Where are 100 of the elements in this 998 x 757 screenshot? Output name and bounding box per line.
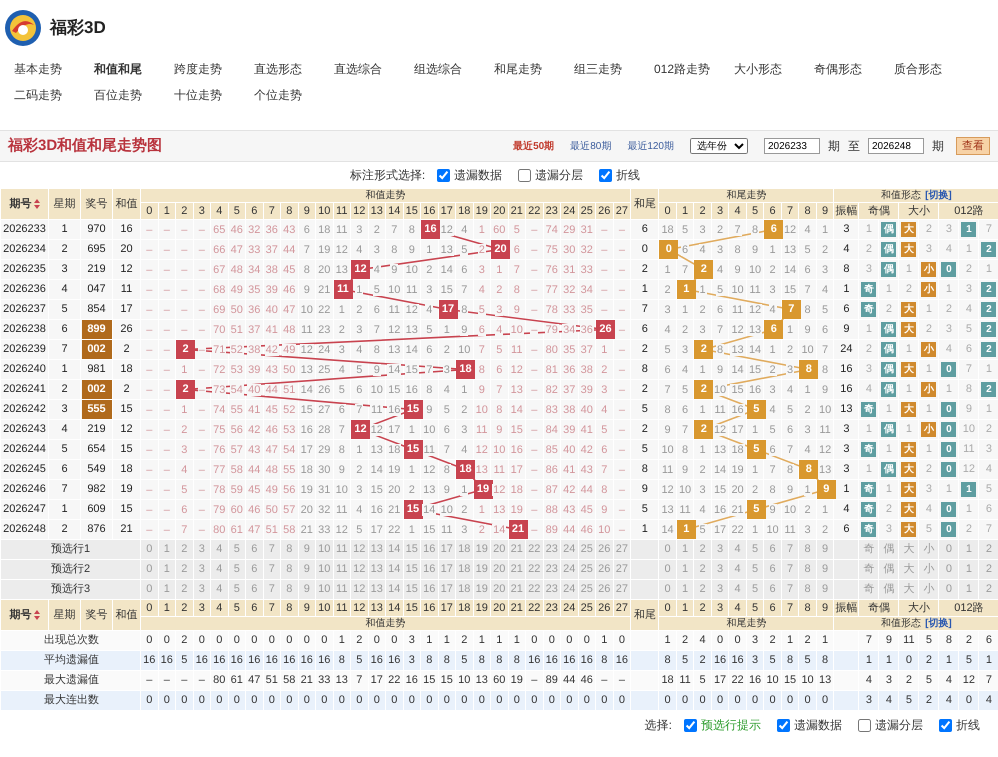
miss-count: 11 bbox=[713, 404, 727, 416]
miss-count: 12 bbox=[404, 304, 419, 316]
preselect-number[interactable]: 奇 bbox=[858, 560, 879, 580]
miss-count: 10 bbox=[730, 284, 745, 296]
checkbox[interactable] bbox=[939, 718, 952, 732]
miss-count: 1 bbox=[858, 320, 879, 340]
period-from-field[interactable]: 2026233 bbox=[764, 138, 820, 154]
checkbox-label[interactable]: 预选行提示 bbox=[701, 716, 761, 734]
preselect-number[interactable]: 1 bbox=[958, 580, 979, 600]
tail-cell: 9 bbox=[630, 480, 659, 500]
preselect-number[interactable]: 2 bbox=[978, 540, 998, 560]
year-select[interactable]: 选年份 bbox=[690, 138, 748, 154]
form-tag: 偶 bbox=[881, 422, 896, 437]
nav-link[interactable]: 组选综合 bbox=[414, 60, 462, 78]
nav-link[interactable]: 基本走势 bbox=[14, 60, 62, 78]
nav-link[interactable]: 十位走势 bbox=[174, 86, 222, 104]
checkbox[interactable] bbox=[777, 718, 790, 732]
form-tag: 奇 bbox=[861, 482, 876, 497]
preselect-number[interactable]: 奇 bbox=[858, 540, 879, 560]
nav-link[interactable]: 奇偶形态 bbox=[814, 60, 862, 78]
tail-cell: 0 bbox=[630, 240, 659, 260]
preselect-number[interactable]: 0 bbox=[938, 580, 959, 600]
miss-count: 10 bbox=[387, 284, 402, 296]
nav-link[interactable]: 二码走势 bbox=[14, 86, 62, 104]
switch-link[interactable]: [切换] bbox=[925, 190, 952, 200]
preselect-number[interactable]: 偶 bbox=[878, 580, 899, 600]
preselect-number[interactable]: 2 bbox=[978, 560, 998, 580]
number-cell: 219 bbox=[87, 424, 106, 435]
preselect-number[interactable]: 大 bbox=[898, 540, 919, 560]
miss-count: 2 bbox=[751, 484, 760, 496]
nav-link[interactable]: 直选形态 bbox=[254, 60, 302, 78]
nav-link[interactable]: 跨度走势 bbox=[174, 60, 222, 78]
miss-count: 10 bbox=[334, 484, 349, 496]
checkbox-label[interactable]: 遗漏分层 bbox=[875, 716, 923, 734]
period-to-field[interactable]: 2026248 bbox=[868, 138, 924, 154]
miss-count: 48 bbox=[282, 324, 296, 336]
nav-link[interactable]: 组三走势 bbox=[574, 60, 622, 78]
preselect-number[interactable]: 小 bbox=[918, 580, 939, 600]
miss-count: 1 bbox=[768, 344, 777, 356]
form-tag: 2 bbox=[981, 242, 996, 257]
miss-count: 4 bbox=[372, 264, 381, 276]
checkbox[interactable] bbox=[858, 718, 871, 732]
preselect-number[interactable]: 偶 bbox=[878, 540, 899, 560]
preselect-number[interactable]: 0 bbox=[938, 540, 959, 560]
preselect-number[interactable]: 大 bbox=[898, 580, 919, 600]
nav-link[interactable]: 大小形态 bbox=[734, 60, 782, 78]
stat-value: 5 bbox=[958, 650, 979, 670]
miss-count: 10 bbox=[510, 324, 524, 336]
miss-count: 11 bbox=[492, 464, 506, 476]
preselect-number[interactable]: 大 bbox=[898, 560, 919, 580]
preselect-number[interactable]: 偶 bbox=[878, 560, 899, 580]
preselect-number[interactable]: 27 bbox=[613, 580, 631, 600]
checkbox[interactable] bbox=[518, 168, 532, 182]
preselect-number[interactable]: 1 bbox=[958, 560, 979, 580]
row-label: 最大连出数 bbox=[0, 690, 140, 710]
miss-count: 1 bbox=[978, 400, 998, 420]
miss-count: 3 bbox=[180, 444, 188, 456]
nav-link[interactable]: 质合形态 bbox=[894, 60, 942, 78]
number-cell: 970 bbox=[87, 224, 106, 235]
miss-count: 28 bbox=[317, 424, 332, 436]
preselect-number[interactable]: 小 bbox=[918, 540, 939, 560]
miss-count: 42 bbox=[580, 444, 594, 456]
range-link[interactable]: 最近50期 bbox=[513, 138, 554, 154]
nav-link[interactable]: 直选综合 bbox=[334, 60, 382, 78]
preselect-number[interactable]: 27 bbox=[613, 540, 631, 560]
miss-count: 3 bbox=[460, 524, 468, 536]
preselect-number[interactable]: 2 bbox=[978, 580, 998, 600]
miss-count: 1 bbox=[751, 464, 760, 476]
miss-count: 31 bbox=[580, 224, 594, 236]
checkbox[interactable] bbox=[437, 168, 450, 182]
checkbox[interactable] bbox=[684, 718, 697, 732]
range-link[interactable]: 最近120期 bbox=[627, 138, 674, 154]
miss-count: 1 bbox=[698, 404, 707, 416]
checkbox-label[interactable]: 折线 bbox=[616, 166, 640, 184]
preselect-number[interactable]: 0 bbox=[938, 560, 959, 580]
preselect-number[interactable]: 小 bbox=[918, 560, 939, 580]
preselect-number[interactable]: 1 bbox=[958, 540, 979, 560]
nav-link[interactable]: 百位走势 bbox=[94, 86, 142, 104]
checkbox-label[interactable]: 折线 bbox=[956, 716, 980, 734]
miss-count: 9 bbox=[786, 484, 794, 496]
hit-number: 0 bbox=[659, 240, 678, 259]
switch-link[interactable]: [切换] bbox=[925, 618, 952, 628]
preselect-number[interactable]: 27 bbox=[613, 560, 631, 580]
nav-link[interactable]: 个位走势 bbox=[254, 86, 302, 104]
nav-link[interactable]: 和尾走势 bbox=[494, 60, 542, 78]
checkbox[interactable] bbox=[599, 168, 612, 182]
range-link[interactable]: 最近80期 bbox=[570, 138, 612, 154]
sum-cell: 19 bbox=[112, 480, 140, 500]
miss-count: 3 bbox=[698, 324, 707, 336]
sort-icon[interactable] bbox=[34, 610, 40, 620]
checkbox-label[interactable]: 遗漏数据 bbox=[454, 166, 502, 184]
checkbox-label[interactable]: 遗漏数据 bbox=[794, 716, 842, 734]
checkbox-label[interactable]: 遗漏分层 bbox=[535, 166, 584, 184]
nav-link[interactable]: 和值和尾 bbox=[94, 60, 142, 78]
nav-link[interactable]: 012路走势 bbox=[654, 60, 710, 78]
view-button[interactable]: 查看 bbox=[956, 137, 990, 155]
miss-count: 13 bbox=[370, 444, 384, 456]
sort-icon[interactable] bbox=[34, 198, 40, 209]
form-tag: 偶 bbox=[881, 362, 896, 377]
preselect-number[interactable]: 奇 bbox=[858, 580, 879, 600]
